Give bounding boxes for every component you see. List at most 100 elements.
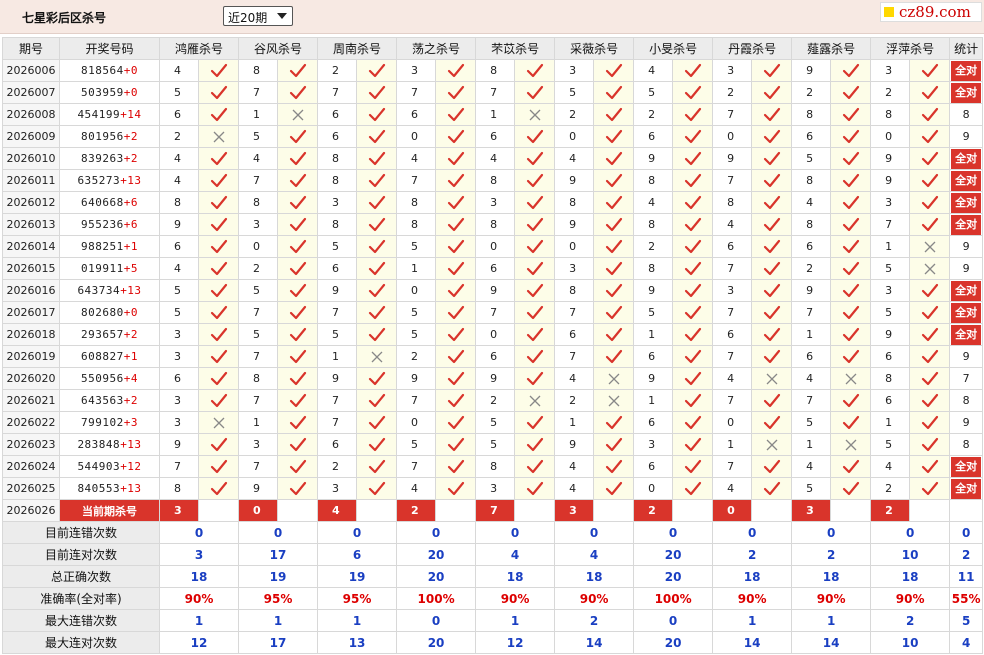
kill-number: 5	[396, 301, 437, 324]
stats-value: 1	[475, 609, 556, 632]
kill-number: 1	[554, 411, 595, 434]
kill-number: 8	[475, 455, 516, 478]
stats-value: 100%	[396, 587, 477, 610]
stats-value: 18	[475, 565, 556, 588]
draw-sum-offset: +13	[120, 174, 142, 187]
check-icon	[514, 301, 556, 324]
check-icon	[514, 235, 556, 258]
check-icon	[277, 477, 319, 500]
draw-numbers: 019911+5	[59, 257, 160, 280]
current-kill-label: 当前期杀号	[59, 499, 160, 522]
kill-number: 6	[475, 125, 516, 148]
kill-number: 1	[238, 411, 279, 434]
kill-number: 4	[238, 147, 279, 170]
check-icon	[514, 411, 556, 434]
kill-number: 3	[554, 59, 595, 82]
kill-number: 0	[396, 125, 437, 148]
check-icon	[593, 169, 635, 192]
site-logo[interactable]: cz89.com	[880, 2, 982, 22]
stat-cell: 7	[949, 367, 984, 390]
kill-number: 9	[159, 433, 199, 456]
check-icon	[909, 81, 951, 104]
kill-number: 8	[870, 367, 911, 390]
kill-number: 4	[712, 213, 753, 236]
check-icon	[197, 191, 240, 214]
draw-digits: 955236	[81, 218, 124, 231]
draw-numbers: 550956+4	[59, 367, 160, 390]
kill-number: 9	[633, 279, 674, 302]
kill-number: 0	[554, 125, 595, 148]
stats-value: 20	[633, 631, 714, 654]
stats-value: 20	[396, 631, 477, 654]
check-icon	[751, 213, 793, 236]
table-row: 2026012 640668+6 8 8 3 8 3 8 4 8 4 3 全对	[2, 191, 984, 214]
check-icon	[435, 81, 477, 104]
draw-sum-offset: +13	[120, 284, 142, 297]
kill-number: 9	[633, 367, 674, 390]
check-icon	[435, 477, 477, 500]
check-icon	[435, 169, 477, 192]
stats-row: 最大连错次数 1 1 1 0 1 2 0 1 1 2 5	[2, 609, 984, 632]
stats-value: 1	[158, 609, 240, 632]
check-icon	[672, 477, 714, 500]
cross-icon	[514, 103, 556, 126]
kill-number: 9	[554, 433, 595, 456]
check-icon	[751, 81, 793, 104]
check-icon	[751, 323, 793, 346]
kill-number: 3	[633, 433, 674, 456]
cross-icon	[830, 433, 872, 456]
kill-number: 7	[712, 301, 753, 324]
kill-number: 8	[396, 213, 437, 236]
stats-value: 6	[317, 543, 398, 566]
cross-icon	[830, 367, 872, 390]
kill-number: 9	[554, 169, 595, 192]
check-icon	[909, 455, 951, 478]
stat-cell: 全对	[949, 301, 984, 324]
stats-value: 0	[791, 521, 872, 544]
stats-label: 最大连对次数	[2, 631, 160, 654]
draw-digits: 019911	[81, 262, 124, 275]
check-icon	[909, 345, 951, 368]
kill-number: 6	[870, 345, 911, 368]
check-icon	[514, 169, 556, 192]
col-header: 周南杀号	[317, 37, 398, 60]
check-icon	[751, 147, 793, 170]
issue-number: 2026025	[2, 477, 60, 500]
check-icon	[909, 279, 951, 302]
table-row: 2026008 454199+14 6 1 6 6 1 2 2 7 8 8 8	[2, 103, 984, 126]
draw-numbers: 544903+12	[59, 455, 160, 478]
kill-number: 7	[317, 301, 358, 324]
stats-value: 12	[475, 631, 556, 654]
col-header: 开奖号码	[59, 37, 160, 60]
stats-value: 90%	[475, 587, 556, 610]
check-icon	[514, 477, 556, 500]
check-icon	[514, 257, 556, 280]
issue-number: 2026020	[2, 367, 60, 390]
stats-row: 准确率(全对率) 90% 95% 95% 100% 90% 90% 100% 90% 90% 90%…	[2, 587, 984, 610]
check-icon	[672, 81, 714, 104]
kill-number: 0	[870, 125, 911, 148]
kill-number: 1	[791, 323, 832, 346]
check-icon	[197, 455, 240, 478]
kill-number: 4	[870, 455, 911, 478]
kill-number: 7	[554, 345, 595, 368]
issue-number: 2026023	[2, 433, 60, 456]
draw-sum-offset: +0	[123, 64, 138, 77]
draw-digits: 293657	[81, 328, 124, 341]
check-icon	[909, 433, 951, 456]
current-period-row: 2026026 当前期杀号 3 0 4 2 7 3 2 0 3 2	[2, 499, 984, 522]
issue-number: 2026015	[2, 257, 60, 280]
draw-numbers: 818564+0	[59, 59, 160, 82]
kill-number: 9	[159, 213, 199, 236]
draw-digits: 801956	[81, 130, 124, 143]
cross-icon	[593, 367, 635, 390]
draw-numbers: 801956+2	[59, 125, 160, 148]
check-icon	[356, 389, 398, 412]
draw-sum-offset: +6	[123, 218, 138, 231]
table-row: 2026020 550956+4 6 8 9 9 9 4 9 4 4 8 7	[2, 367, 984, 390]
check-icon	[277, 257, 319, 280]
period-select[interactable]: 近20期	[223, 6, 293, 26]
kill-number: 2	[554, 103, 595, 126]
check-icon	[830, 345, 872, 368]
check-icon	[197, 147, 240, 170]
